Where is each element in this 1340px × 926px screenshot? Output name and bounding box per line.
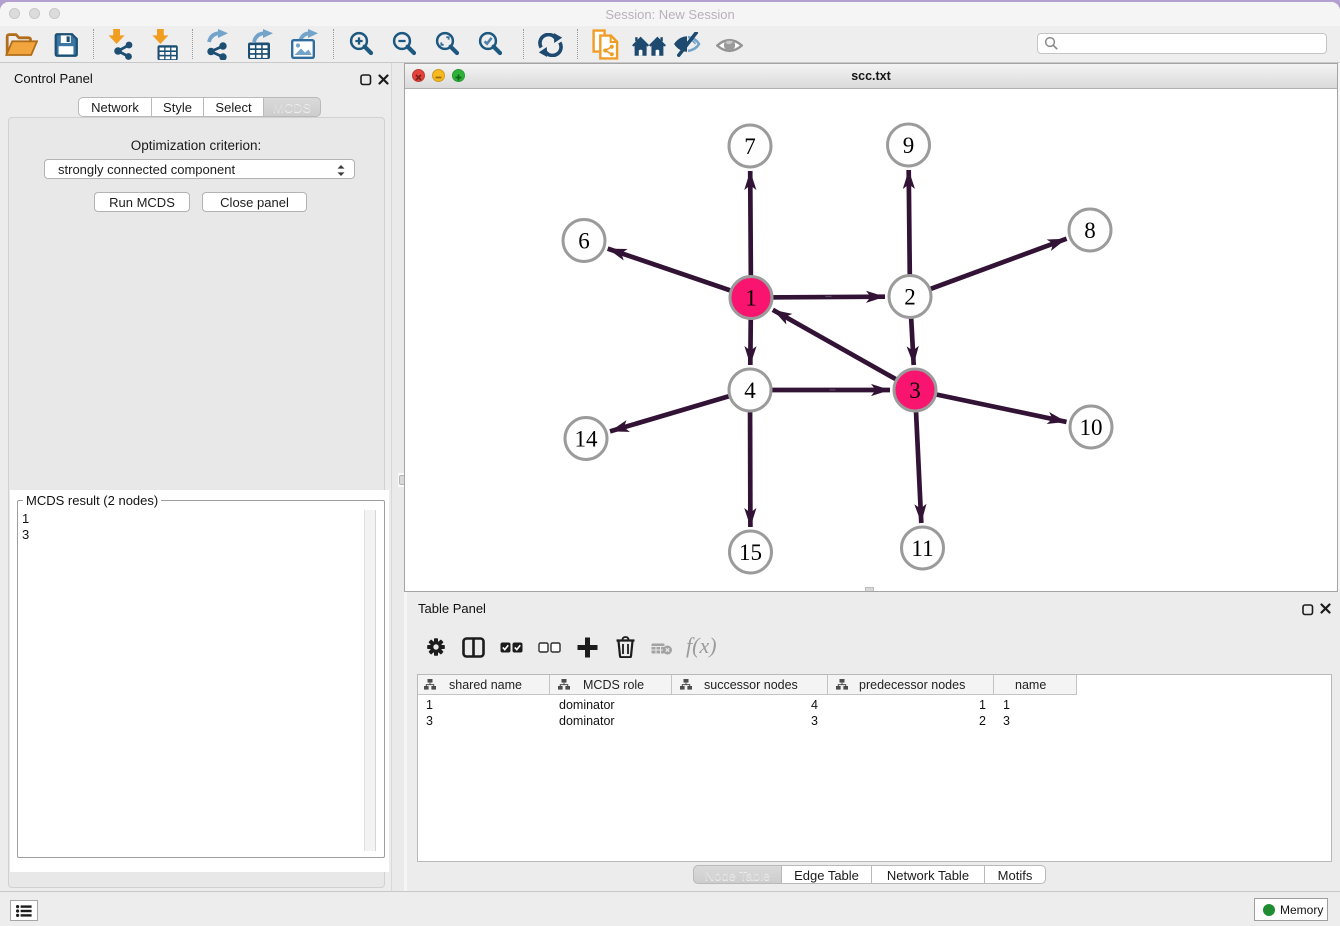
- svg-text:3: 3: [909, 378, 921, 403]
- svg-text:7: 7: [744, 134, 756, 159]
- svg-text:14: 14: [575, 426, 599, 451]
- svg-text:6: 6: [578, 228, 590, 253]
- svg-text:11: 11: [911, 536, 933, 561]
- svg-text:15: 15: [739, 540, 762, 565]
- svg-text:10: 10: [1080, 415, 1103, 440]
- svg-text:9: 9: [903, 133, 915, 158]
- svg-text:8: 8: [1084, 218, 1096, 243]
- svg-text:4: 4: [744, 378, 756, 403]
- svg-text:1: 1: [745, 285, 757, 310]
- svg-text:2: 2: [904, 284, 916, 309]
